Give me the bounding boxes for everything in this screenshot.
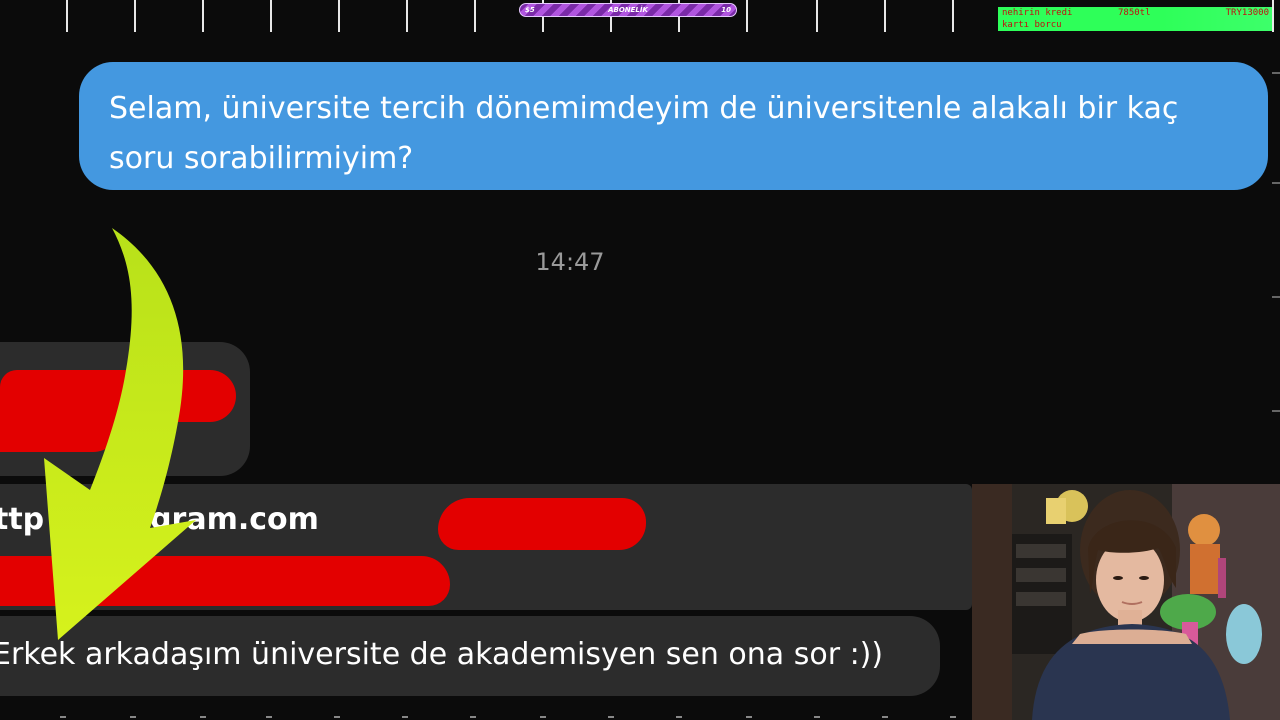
subscriber-goal-bar: $5 ABONELİK 10 (519, 3, 737, 17)
ruler-tick (406, 0, 408, 32)
redaction-scribble (438, 498, 646, 550)
credit-label: nehirin kredi (1002, 8, 1073, 18)
credit-value: 7850tl (1118, 8, 1151, 18)
goal-title: ABONELİK (608, 6, 648, 14)
ruler-tick (746, 0, 748, 32)
outgoing-message-bubble[interactable]: Selam, üniversite tercih dönemimdeyim de… (79, 62, 1268, 190)
credit-total: TRY13000 (1225, 8, 1269, 18)
ruler-tick (270, 0, 272, 32)
webcam-image (972, 484, 1280, 720)
goal-max-label: 10 (721, 6, 731, 14)
ruler-tick (952, 0, 954, 32)
outgoing-message-text: Selam, üniversite tercih dönemimdeyim de… (109, 91, 1179, 176)
instagram-link-text[interactable]: ttp .instagram.com (0, 502, 319, 537)
ruler-tick (66, 0, 68, 32)
ruler-tick (474, 0, 476, 32)
credit-sub-label: kartı borcu (1002, 20, 1062, 30)
ruler-tick (884, 0, 886, 32)
redaction-scribble (0, 556, 450, 606)
ruler-tick (202, 0, 204, 32)
ruler-tick (134, 0, 136, 32)
bottom-ruler (0, 712, 980, 720)
ruler-tick (816, 0, 818, 32)
streamer-webcam (972, 484, 1280, 720)
credit-card-debt-widget: nehirin kredi 7850tl TRY13000 kartı borc… (998, 7, 1272, 31)
redaction-scribble (0, 398, 120, 452)
message-timestamp: 14:47 (535, 248, 605, 276)
ruler-tick (338, 0, 340, 32)
ruler-tick (1272, 0, 1274, 32)
reply-message-text: Erkek arkadaşım üniversite de akademisye… (0, 637, 884, 672)
